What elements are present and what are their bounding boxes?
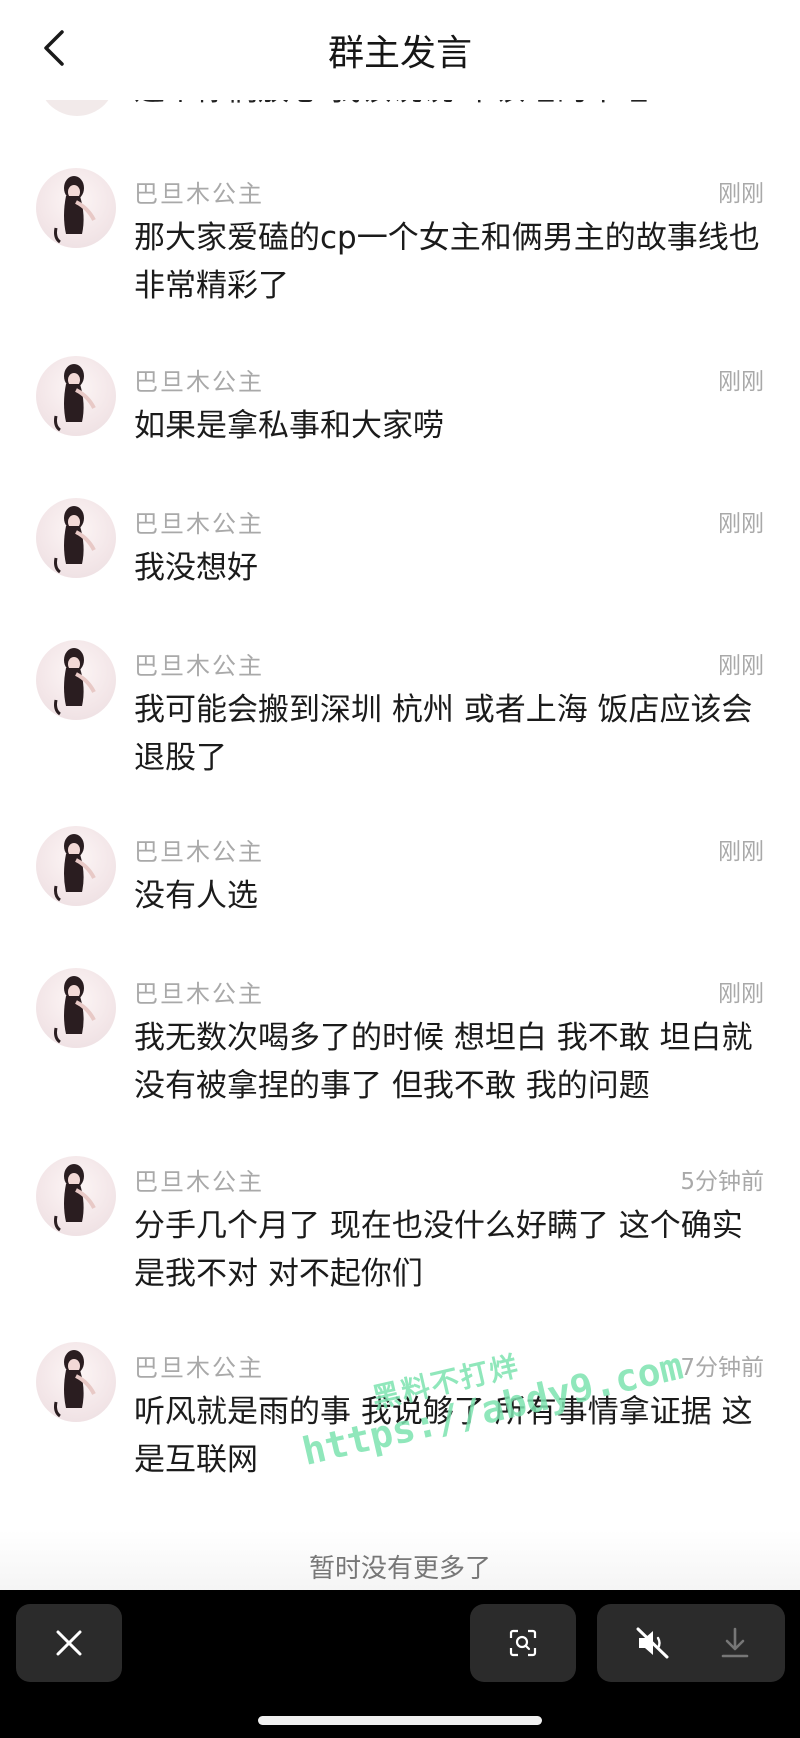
avatar[interactable] [36, 1156, 116, 1236]
message-text: 分手几个月了 现在也没什么好瞒了 这个确实是我不对 对不起你们 [134, 1208, 743, 1292]
sender-name: 巴旦木公主 [134, 368, 264, 396]
avatar-figure [54, 364, 96, 432]
avatar[interactable] [36, 1342, 116, 1422]
avatar[interactable] [36, 498, 116, 578]
sender-name: 巴旦木公主 [134, 652, 264, 680]
avatar-figure [54, 176, 96, 244]
sender-name: 巴旦木公主 [134, 980, 264, 1008]
message-time: 5分钟前 [680, 1169, 764, 1195]
avatar-figure [54, 1164, 96, 1232]
header: 群主发言 [0, 0, 800, 100]
scan-icon [509, 1629, 537, 1657]
avatar[interactable] [36, 640, 116, 720]
message-time: 刚刚 [718, 369, 764, 395]
page-title: 群主发言 [327, 33, 472, 74]
scan-button[interactable] [470, 1604, 576, 1682]
message-time: 刚刚 [718, 981, 764, 1007]
avatar[interactable] [36, 968, 116, 1048]
avatar-figure [54, 834, 96, 902]
message-time: 刚刚 [718, 839, 764, 865]
message-text: 我可能会搬到深圳 杭州 或者上海 饭店应该会退股了 [134, 692, 753, 776]
message-time: 刚刚 [718, 181, 764, 207]
message-time: 刚刚 [718, 653, 764, 679]
sender-name: 巴旦木公主 [134, 180, 264, 208]
avatar-figure [54, 648, 96, 716]
avatar[interactable] [36, 356, 116, 436]
message-time: 7分钟前 [680, 1355, 764, 1381]
avatar-figure [54, 506, 96, 574]
message-time: 刚刚 [718, 511, 764, 537]
message-text: 没有人选 [134, 878, 258, 914]
avatar[interactable] [36, 826, 116, 906]
message-text: 那大家爱磕的cp一个女主和俩男主的故事线也非常精彩了 [134, 220, 760, 304]
media-controls [597, 1604, 785, 1682]
bottom-toolbar [0, 1590, 800, 1738]
sender-name: 巴旦木公主 [134, 1354, 264, 1382]
close-icon [56, 1630, 82, 1656]
avatar[interactable] [36, 168, 116, 248]
close-button[interactable] [16, 1604, 122, 1682]
sender-name: 巴旦木公主 [134, 1168, 264, 1196]
no-more-label: 暂时没有更多了 [308, 1554, 491, 1584]
message-text: 我无数次喝多了的时候 想坦白 我不敢 坦白就没有被拿捏的事了 但我不敢 我的问题 [134, 1020, 753, 1104]
avatar-figure [54, 1350, 96, 1418]
sender-name: 巴旦木公主 [134, 510, 264, 538]
message-text: 我没想好 [134, 550, 258, 586]
download-icon[interactable] [719, 1626, 751, 1660]
mute-icon[interactable] [635, 1626, 671, 1660]
sender-name: 巴旦木公主 [134, 838, 264, 866]
avatar-figure [54, 976, 96, 1044]
message-text: 如果是拿私事和大家唠 [134, 408, 444, 444]
home-indicator [258, 1716, 542, 1725]
